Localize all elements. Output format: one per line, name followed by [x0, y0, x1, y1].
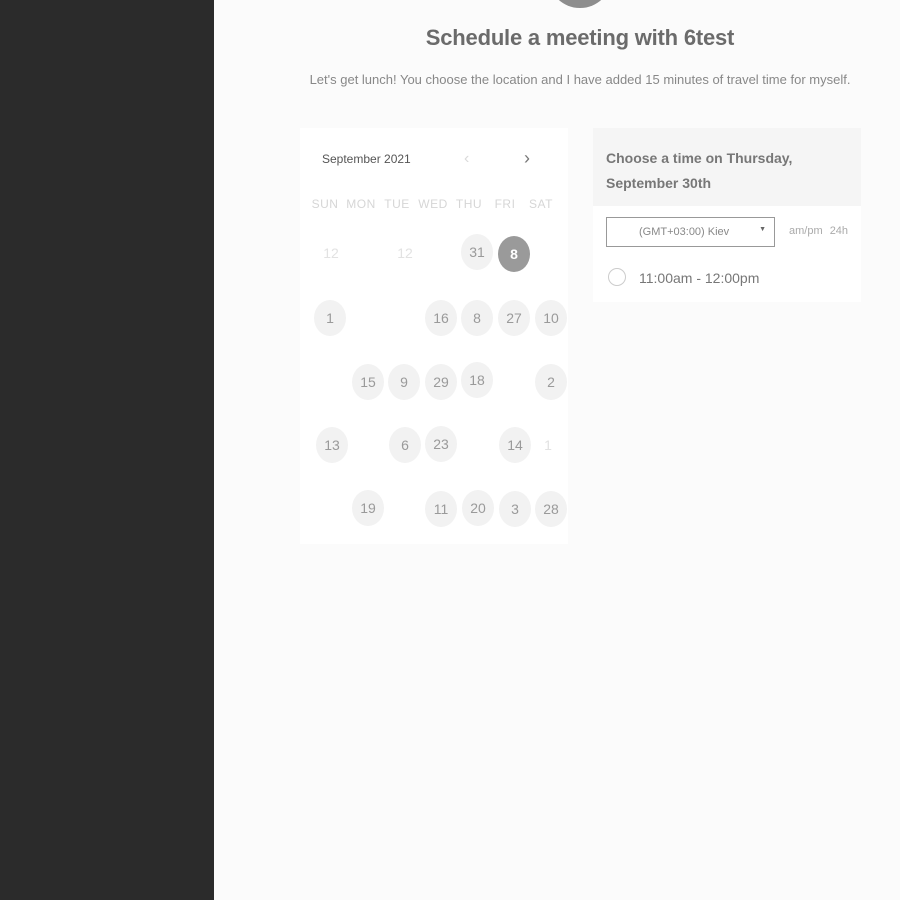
slot-panel-heading: Choose a time on Thursday, September 30t…: [606, 150, 793, 191]
calendar-day[interactable]: 19: [352, 490, 384, 526]
calendar-day[interactable]: 9: [388, 364, 420, 400]
time-slot-label: 11:00am - 12:00pm: [639, 270, 760, 286]
calendar-day[interactable]: 10: [535, 300, 567, 336]
calendar-day[interactable]: 29: [425, 364, 457, 400]
slot-panel-header: Choose a time on Thursday, September 30t…: [593, 128, 861, 206]
chevron-right-icon[interactable]: ›: [524, 148, 530, 169]
timezone-value: (GMT+03:00) Kiev: [639, 226, 730, 238]
time-format-toggle: am/pm 24h: [789, 225, 852, 237]
format-ampm-option[interactable]: am/pm: [789, 225, 823, 237]
calendar-day: 12: [397, 245, 413, 261]
calendar-day: 12: [323, 245, 339, 261]
calendar-day[interactable]: 3: [499, 491, 531, 527]
weekday-wed: WED: [418, 197, 448, 211]
calendar-day[interactable]: 14: [499, 427, 531, 463]
calendar-month-label: September 2021: [322, 152, 411, 166]
calendar-day[interactable]: 13: [316, 427, 348, 463]
weekday-sun: SUN: [311, 197, 339, 211]
format-24h-option[interactable]: 24h: [830, 225, 848, 237]
calendar-day[interactable]: 16: [425, 300, 457, 336]
calendar-day[interactable]: 23: [425, 426, 457, 462]
calendar-day[interactable]: 18: [461, 362, 493, 398]
radio-icon[interactable]: [608, 268, 626, 286]
time-slot-panel: Choose a time on Thursday, September 30t…: [593, 128, 861, 302]
calendar-day[interactable]: 15: [352, 364, 384, 400]
calendar-day[interactable]: 2: [535, 364, 567, 400]
chevron-left-icon[interactable]: ‹: [464, 150, 469, 168]
calendar-day[interactable]: 20: [462, 490, 494, 526]
calendar-day[interactable]: 8: [461, 300, 493, 336]
weekday-sat: SAT: [529, 197, 553, 211]
weekday-thu: THU: [455, 197, 483, 211]
calendar-panel: September 2021 ‹ › SUN MON TUE WED THU F…: [300, 128, 568, 544]
caret-down-icon: ▼: [759, 226, 766, 233]
calendar-day[interactable]: 28: [535, 491, 567, 527]
calendar-day[interactable]: 27: [498, 300, 530, 336]
calendar-day[interactable]: 11: [425, 491, 457, 527]
calendar-day[interactable]: 6: [389, 427, 421, 463]
left-sidebar: [0, 0, 214, 900]
event-description: Let's get lunch! You choose the location…: [309, 72, 851, 87]
calendar-day-selected[interactable]: 8: [498, 236, 530, 272]
weekday-mon: MON: [346, 197, 376, 211]
calendar-day: 1: [544, 437, 552, 453]
weekday-tue: TUE: [384, 197, 410, 211]
calendar-day[interactable]: 1: [314, 300, 346, 336]
weekday-fri: FRI: [494, 197, 516, 211]
calendar-day[interactable]: 31: [461, 234, 493, 270]
page-title: Schedule a meeting with 6test: [425, 25, 735, 50]
weekday-header: SUN MON TUE WED THU FRI SAT: [307, 197, 569, 211]
timezone-select[interactable]: (GMT+03:00) Kiev ▼: [606, 217, 775, 247]
